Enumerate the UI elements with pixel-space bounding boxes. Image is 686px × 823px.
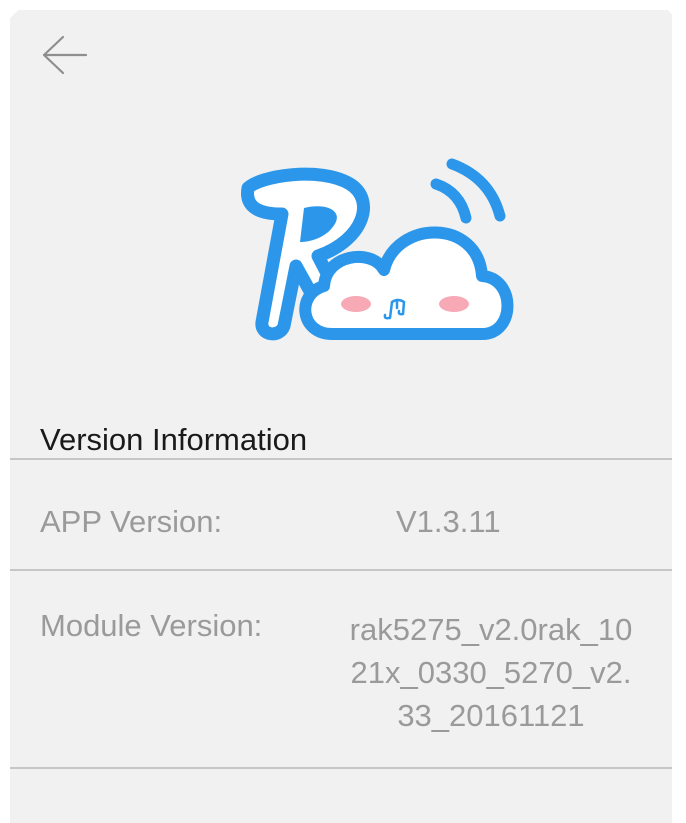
cheek-left (341, 296, 371, 312)
signal-arc-inner (430, 178, 472, 224)
app-version-label: APP Version: (40, 504, 223, 539)
row-divider (10, 767, 672, 769)
app-logo (241, 158, 514, 341)
module-version-label: Module Version: (40, 608, 263, 643)
section-divider (10, 458, 672, 460)
arrow-left-icon (42, 35, 88, 75)
module-version-line: 33_20161121 (397, 698, 585, 733)
app-version-value: V1.3.11 (396, 504, 501, 539)
cheek-right (439, 296, 469, 312)
module-version-line: 21x_0330_5270_v2. (350, 655, 632, 690)
row-divider (10, 569, 672, 571)
section-title: Version Information (40, 422, 308, 457)
module-version-line: rak5275_v2.0rak_10 (349, 612, 633, 647)
module-version-value: rak5275_v2.0rak_10 21x_0330_5270_v2. 33_… (310, 608, 672, 737)
back-button[interactable] (38, 28, 92, 82)
app-screen: Version Information APP Version: V1.3.11… (10, 10, 672, 823)
